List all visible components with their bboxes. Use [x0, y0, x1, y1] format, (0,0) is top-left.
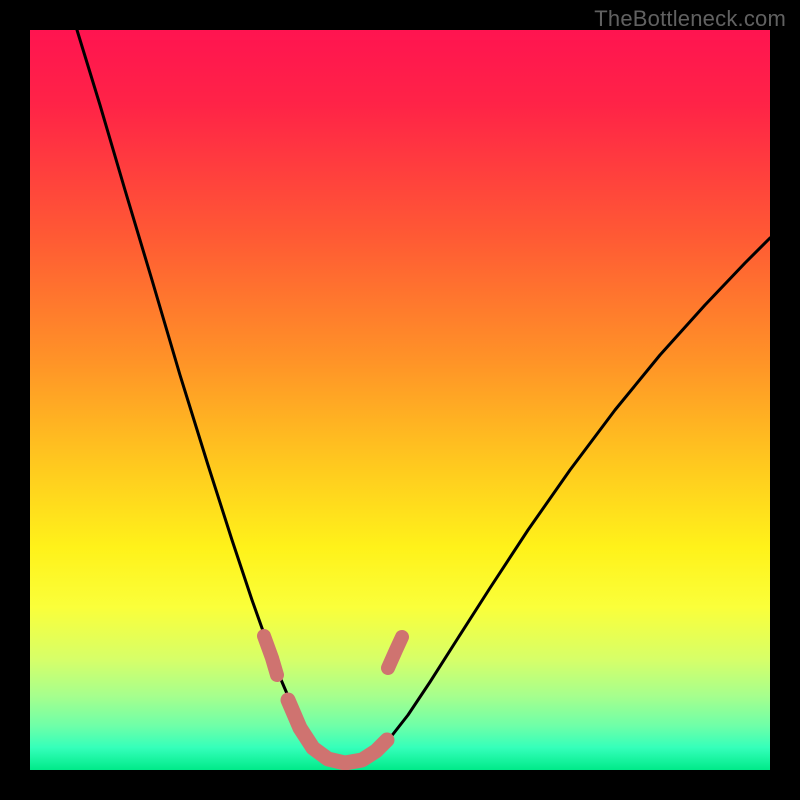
- plot-area: [30, 30, 770, 770]
- outer-frame: TheBottleneck.com: [0, 0, 800, 800]
- overlay-pink-bottom: [288, 700, 387, 763]
- overlay-pink-left: [264, 636, 277, 675]
- watermark-text: TheBottleneck.com: [594, 6, 786, 32]
- overlay-pink-right: [388, 637, 402, 668]
- curve-layer: [30, 30, 770, 770]
- series-right-branch: [345, 238, 770, 764]
- series-left-branch: [77, 30, 345, 764]
